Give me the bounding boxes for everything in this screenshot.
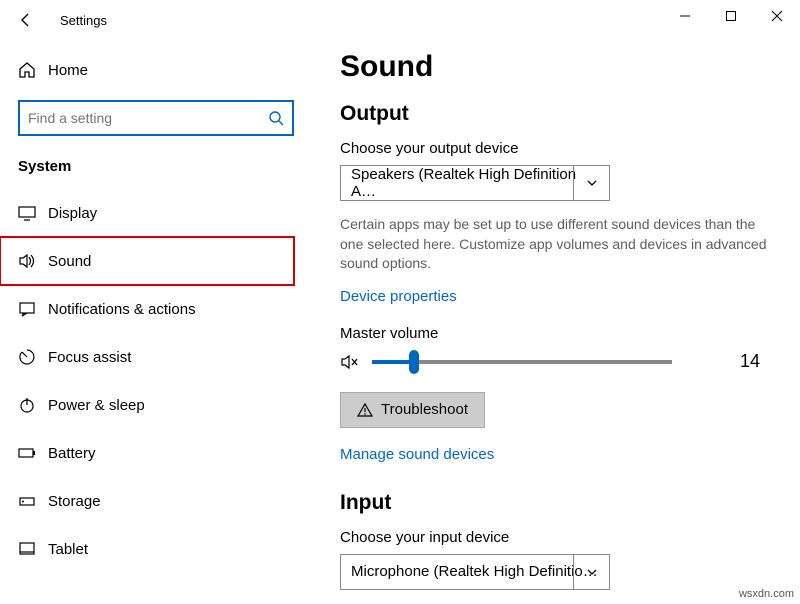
nav-power[interactable]: Power & sleep [18, 381, 294, 429]
nav-label: Notifications & actions [48, 301, 196, 318]
troubleshoot-button[interactable]: Troubleshoot [340, 392, 485, 428]
nav-label: Display [48, 205, 97, 222]
search-box[interactable] [18, 100, 294, 136]
minimize-button[interactable] [662, 0, 708, 32]
input-heading: Input [340, 491, 780, 515]
chevron-down-icon [573, 166, 609, 200]
output-description: Certain apps may be set up to use differ… [340, 215, 780, 274]
output-device-dropdown[interactable]: Speakers (Realtek High Definition A… [340, 165, 610, 201]
nav-battery[interactable]: Battery [18, 429, 294, 477]
watermark: wsxdn.com [739, 588, 794, 600]
output-device-value: Speakers (Realtek High Definition A… [351, 166, 599, 200]
nav-tablet[interactable]: Tablet [18, 525, 294, 573]
nav-focus[interactable]: Focus assist [18, 333, 294, 381]
sound-icon [18, 252, 48, 270]
nav-label: Sound [48, 253, 91, 270]
nav-label: Focus assist [48, 349, 131, 366]
volume-value: 14 [740, 351, 760, 372]
home-label: Home [48, 62, 88, 79]
section-heading: System [18, 158, 294, 175]
master-volume-label: Master volume [340, 325, 780, 342]
nav-label: Tablet [48, 541, 88, 558]
power-icon [18, 396, 48, 414]
nav-label: Battery [48, 445, 96, 462]
warning-icon [357, 402, 373, 418]
search-input[interactable] [28, 110, 284, 126]
device-properties-link[interactable]: Device properties [340, 288, 780, 305]
focus-icon [18, 348, 48, 366]
input-device-label: Choose your input device [340, 529, 780, 546]
maximize-button[interactable] [708, 0, 754, 32]
chevron-down-icon [573, 555, 609, 589]
back-button[interactable] [18, 12, 46, 28]
manage-sound-devices-link[interactable]: Manage sound devices [340, 446, 780, 463]
nav-storage[interactable]: Storage [18, 477, 294, 525]
input-device-dropdown[interactable]: Microphone (Realtek High Definitio… [340, 554, 610, 590]
storage-icon [18, 492, 48, 510]
page-title: Sound [340, 50, 780, 84]
home-icon [18, 61, 48, 79]
nav-label: Power & sleep [48, 397, 145, 414]
nav-label: Storage [48, 493, 101, 510]
input-device-value: Microphone (Realtek High Definitio… [351, 563, 598, 580]
output-heading: Output [340, 102, 780, 126]
mute-icon[interactable] [340, 352, 360, 372]
nav-sound[interactable]: Sound [0, 237, 294, 285]
close-button[interactable] [754, 0, 800, 32]
home-nav[interactable]: Home [18, 50, 294, 90]
window-title: Settings [60, 13, 107, 28]
volume-slider[interactable] [372, 360, 672, 364]
nav-notifications[interactable]: Notifications & actions [18, 285, 294, 333]
tablet-icon [18, 540, 48, 558]
battery-icon [18, 444, 48, 462]
search-icon [268, 110, 284, 126]
notifications-icon [18, 300, 48, 318]
output-device-label: Choose your output device [340, 140, 780, 157]
nav-display[interactable]: Display [18, 189, 294, 237]
troubleshoot-label: Troubleshoot [381, 401, 468, 418]
display-icon [18, 204, 48, 222]
